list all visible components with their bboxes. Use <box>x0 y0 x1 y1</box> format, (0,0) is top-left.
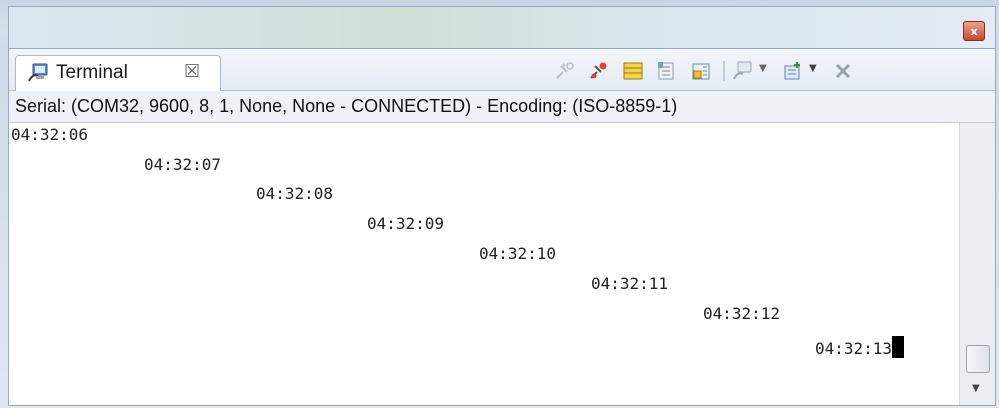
terminal-line-text: 04:32:13 <box>815 339 893 358</box>
terminal-output[interactable]: 04:32:06 04:32:07 04:32:08 04:32:09 04:3… <box>9 123 959 405</box>
terminal-line-current: 04:32:13 <box>815 336 905 358</box>
terminal-line: 04:32:09 <box>367 214 445 233</box>
new-terminal-icon[interactable] <box>733 61 753 81</box>
view-title-strip: x <box>8 6 996 48</box>
tab-close-icon[interactable]: ☒ <box>184 61 200 82</box>
connection-status: Serial: (COM32, 9600, 8, 1, None, None -… <box>9 91 995 123</box>
clear-icon[interactable] <box>691 61 711 81</box>
toolbar-separator <box>723 61 725 81</box>
connect-icon[interactable] <box>555 61 575 81</box>
scrollbar-thumb[interactable] <box>966 345 990 373</box>
disconnect-icon[interactable] <box>589 61 609 81</box>
tab-terminal[interactable]: Terminal ☒ <box>15 55 221 91</box>
terminal-line: 04:32:06 <box>11 125 89 144</box>
terminal-line: 04:32:11 <box>591 274 669 293</box>
view-menu-icon[interactable]: ▼ <box>809 63 829 83</box>
remove-icon[interactable] <box>833 61 853 81</box>
scroll-lock-icon[interactable] <box>657 61 677 81</box>
scroll-down-arrow-icon[interactable]: ▼ <box>972 383 980 394</box>
tab-bar: Terminal ☒ ▼ ▼ <box>9 49 995 91</box>
terminal-icon <box>28 63 50 83</box>
terminal-line: 04:32:08 <box>256 184 334 203</box>
app-window: x Terminal ☒ ▼ ▼ Serial: (COM32, 9600, 8… <box>0 0 999 408</box>
tab-label: Terminal <box>56 62 128 83</box>
terminal-line: 04:32:10 <box>479 244 557 263</box>
terminal-line: 04:32:12 <box>703 304 781 323</box>
terminal-line: 04:32:07 <box>144 155 222 174</box>
text-cursor <box>892 336 905 358</box>
vertical-scrollbar[interactable]: ▼ <box>959 123 995 405</box>
window-close-button[interactable]: x <box>963 21 985 41</box>
new-terminal-dropdown-icon[interactable]: ▼ <box>759 63 779 83</box>
settings-icon[interactable] <box>623 61 643 81</box>
pin-icon[interactable] <box>783 61 803 81</box>
terminal-view: Terminal ☒ ▼ ▼ Serial: (COM32, 9600, 8, … <box>8 48 996 406</box>
